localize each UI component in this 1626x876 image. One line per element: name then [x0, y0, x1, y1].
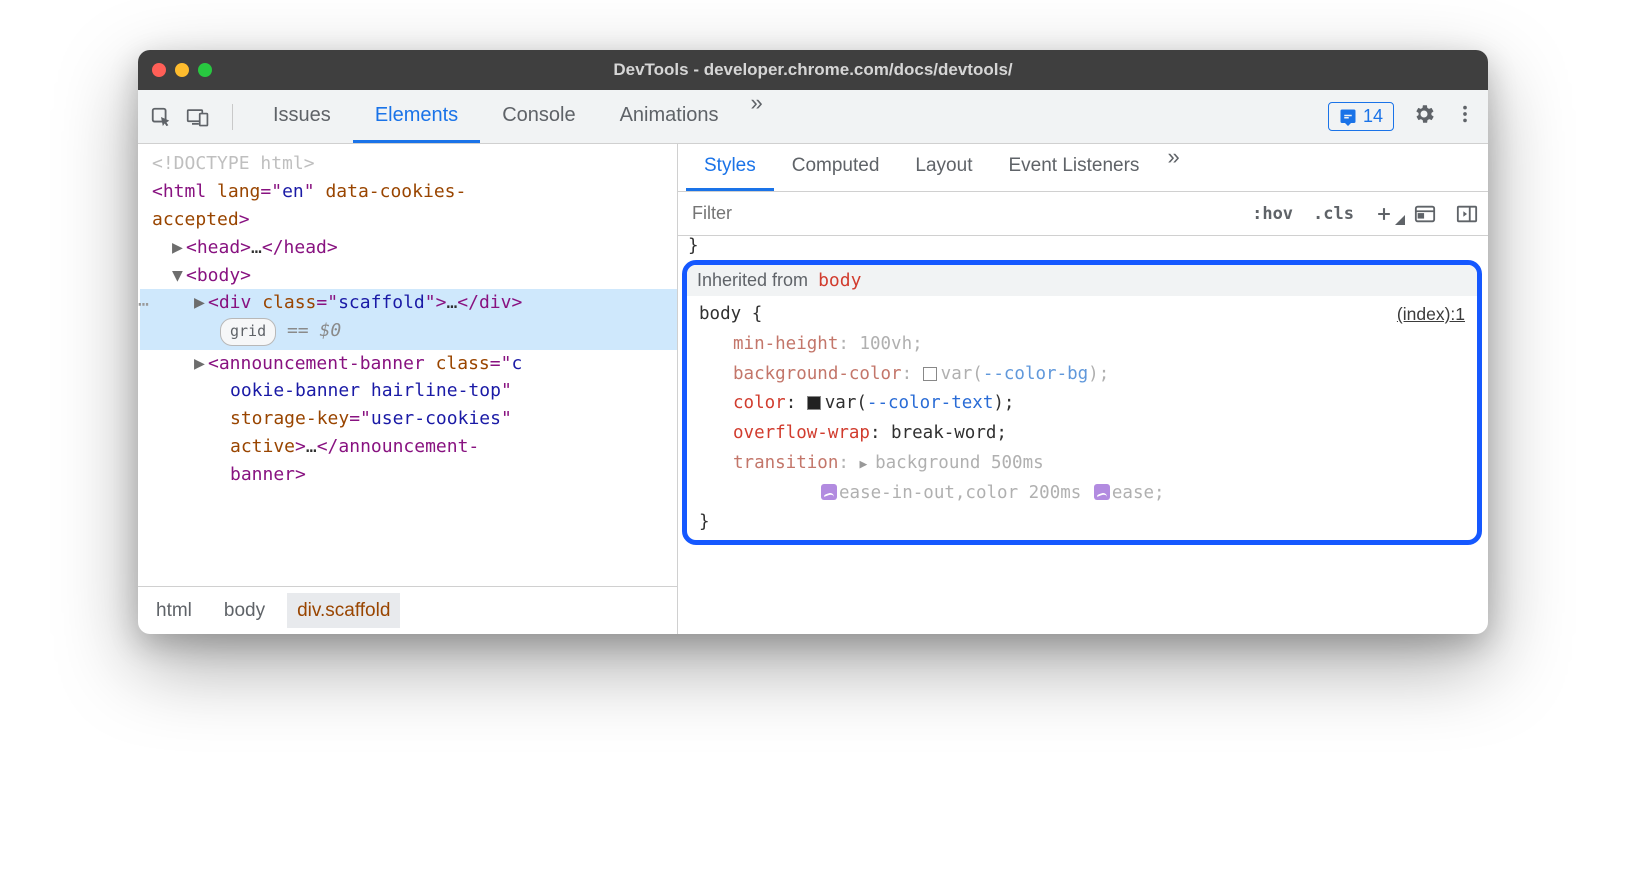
rule-source-link[interactable]: (index):1 [1397, 300, 1465, 330]
subtab-computed[interactable]: Computed [774, 144, 898, 191]
dom-html-open2[interactable]: accepted> [152, 206, 665, 234]
bezier-icon[interactable] [1094, 484, 1110, 500]
inspect-icon[interactable] [150, 106, 172, 128]
tab-issues[interactable]: Issues [251, 90, 353, 143]
minimize-icon[interactable] [175, 63, 189, 77]
decl-background-color[interactable]: background-color: var(--color-bg); [699, 360, 1465, 390]
decl-overflow-wrap[interactable]: overflow-wrap: break-word; [699, 419, 1465, 449]
settings-icon[interactable] [1412, 102, 1436, 132]
dom-html-open[interactable]: <html lang="en" data-cookies- [152, 178, 665, 206]
issues-count: 14 [1363, 106, 1383, 127]
tab-console[interactable]: Console [480, 90, 597, 143]
inherited-header: Inherited from body [687, 265, 1477, 296]
tab-elements[interactable]: Elements [353, 90, 480, 143]
main-toolbar: Issues Elements Console Animations » 14 [138, 90, 1488, 144]
computed-styles-toggle-icon[interactable] [1404, 204, 1446, 224]
dom-head[interactable]: ▶<head>…</head> [152, 234, 665, 262]
hov-toggle[interactable]: :hov [1242, 204, 1303, 224]
close-icon[interactable] [152, 63, 166, 77]
cls-toggle[interactable]: .cls [1303, 204, 1364, 224]
device-toggle-icon[interactable] [186, 106, 210, 128]
dom-tree[interactable]: <!DOCTYPE html> <html lang="en" data-coo… [138, 144, 677, 586]
zoom-icon[interactable] [198, 63, 212, 77]
dom-announcement[interactable]: ▶<announcement-banner class="c [152, 350, 665, 378]
decl-color[interactable]: color: var(--color-text); [699, 389, 1465, 419]
tabs-overflow-icon[interactable]: » [741, 90, 773, 143]
subtab-event-listeners[interactable]: Event Listeners [990, 144, 1157, 191]
css-rule[interactable]: body { (index):1 min-height: 100vh; back… [687, 296, 1477, 540]
grid-badge[interactable]: grid [220, 318, 276, 345]
more-menu-icon[interactable] [1454, 103, 1476, 131]
decl-transition[interactable]: transition: ▶ background 500ms [699, 449, 1465, 479]
dom-doctype[interactable]: <!DOCTYPE html> [152, 150, 665, 178]
filter-bar: :hov .cls [678, 192, 1488, 236]
highlighted-rule: Inherited from body body { (index):1 min… [682, 260, 1482, 545]
traffic-lights [152, 63, 212, 77]
styles-panel: Styles Computed Layout Event Listeners »… [678, 144, 1488, 634]
toggle-sidebar-icon[interactable] [1446, 204, 1488, 224]
color-swatch-icon[interactable] [807, 396, 821, 410]
separator [232, 104, 233, 130]
crumb-div-scaffold[interactable]: div.scaffold [287, 593, 400, 628]
row-actions-icon[interactable]: ⋯ [138, 291, 151, 319]
decl-min-height[interactable]: min-height: 100vh; [699, 330, 1465, 360]
subtab-styles[interactable]: Styles [686, 144, 774, 191]
issues-badge[interactable]: 14 [1328, 102, 1394, 131]
new-style-rule-icon[interactable] [1364, 204, 1404, 224]
tab-animations[interactable]: Animations [598, 90, 741, 143]
color-swatch-icon[interactable] [923, 367, 937, 381]
breadcrumb: html body div.scaffold [138, 586, 677, 634]
subtab-layout[interactable]: Layout [897, 144, 990, 191]
filter-input[interactable] [678, 192, 1242, 235]
crumb-html[interactable]: html [146, 593, 202, 628]
subtabs-overflow-icon[interactable]: » [1157, 144, 1189, 191]
elements-panel: <!DOCTYPE html> <html lang="en" data-coo… [138, 144, 678, 634]
bezier-icon[interactable] [821, 484, 837, 500]
window-title: DevTools - developer.chrome.com/docs/dev… [138, 60, 1488, 80]
titlebar: DevTools - developer.chrome.com/docs/dev… [138, 50, 1488, 90]
crumb-body[interactable]: body [214, 593, 275, 628]
rule-close-brace-prev: } [678, 236, 1488, 256]
dom-selected-row[interactable]: ⋯ ▶<div class="scaffold">…</div> grid ==… [140, 289, 677, 349]
devtools-window: DevTools - developer.chrome.com/docs/dev… [138, 50, 1488, 634]
dom-body[interactable]: ▼<body> [152, 262, 665, 290]
